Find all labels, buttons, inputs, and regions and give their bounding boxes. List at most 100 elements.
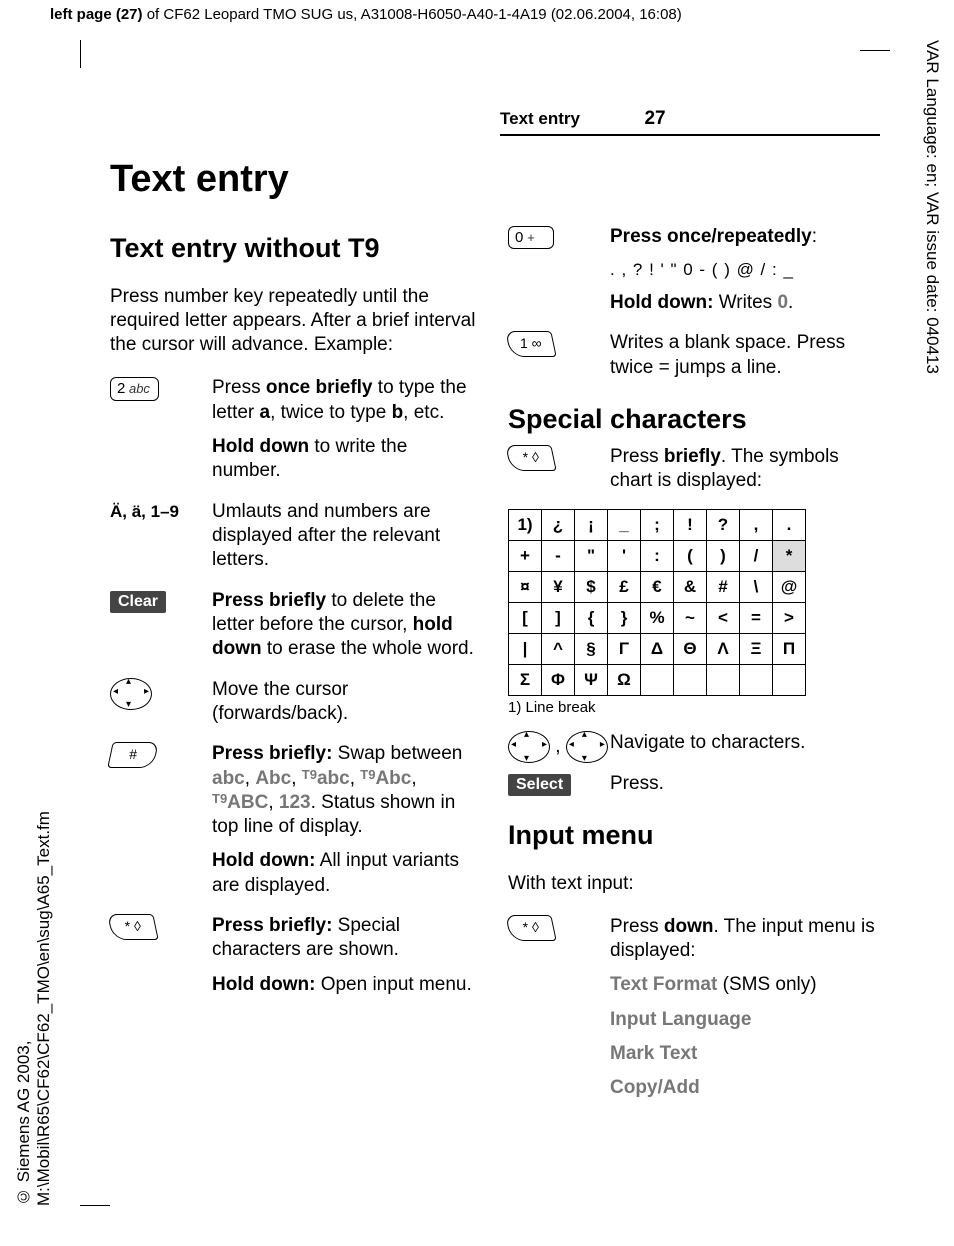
symbol-cell: * — [773, 541, 806, 572]
running-header: Text entry 27 — [500, 108, 880, 136]
right-column: 0 + Press once/repeatedly: . , ? ! ' " 0… — [508, 219, 878, 1113]
softkey-clear: Clear — [110, 591, 166, 613]
symbol-cell: Θ — [674, 634, 707, 665]
symbol-cell: Π — [773, 634, 806, 665]
zero-hold: Hold down: Writes 0. — [610, 291, 878, 315]
symbol-cell: } — [608, 603, 641, 634]
symbol-table: 1)¿¡_;!?,. +-"':()/* ¤¥$£€&#\@ []{}%~<=> |^§… — [508, 509, 806, 696]
symbol-cell: \ — [740, 572, 773, 603]
symbol-cell: $ — [575, 572, 608, 603]
nav-pad-icon: ◂▸ — [110, 678, 152, 710]
symbol-cell — [707, 665, 740, 696]
instruction-text: Press briefly to delete the letter befor… — [212, 589, 480, 662]
instruction-text: Hold down: All input variants are displa… — [212, 849, 480, 898]
symbol-cell: ; — [641, 510, 674, 541]
symbol-cell: ¿ — [542, 510, 575, 541]
symbol-cell — [674, 665, 707, 696]
instruction-text: Hold down to write the number. — [212, 435, 480, 484]
symbol-cell: > — [773, 603, 806, 634]
symbol-cell: % — [641, 603, 674, 634]
symbol-cell: _ — [608, 510, 641, 541]
instruction-text: Press once briefly to type the letter a,… — [212, 376, 480, 425]
symbol-cell: + — [509, 541, 542, 572]
zero-chars: . , ? ! ' " 0 - ( ) @ / : _ — [610, 259, 878, 281]
key-star: * ◊ — [107, 914, 159, 940]
crop-marks-top — [70, 40, 890, 70]
symbol-cell: [ — [509, 603, 542, 634]
symbol-cell: - — [542, 541, 575, 572]
symbol-cell: : — [641, 541, 674, 572]
intro-text: Press number key repeatedly until the re… — [110, 285, 480, 358]
star-text: Press briefly. The symbols chart is disp… — [610, 445, 878, 494]
top-info-prefix: left page (27) — [50, 6, 143, 23]
symbol-cell: Φ — [542, 665, 575, 696]
nav-text: Navigate to characters. — [610, 731, 878, 755]
symbol-cell: = — [740, 603, 773, 634]
symbol-cell: € — [641, 572, 674, 603]
key-1: 1 ∞ — [505, 331, 557, 357]
input-star-text: Press down. The input menu is displayed: — [610, 915, 878, 964]
symbol-cell: & — [674, 572, 707, 603]
symbol-cell: @ — [773, 572, 806, 603]
key-0: 0 + — [508, 226, 554, 249]
instruction-row: 2 abcPress once briefly to type the lett… — [110, 376, 480, 493]
instruction-text: Hold down: Open input menu. — [212, 973, 480, 997]
instruction-text: Press briefly: Special characters are sh… — [212, 914, 480, 963]
side-text-left: © Siemens AG 2003, M:\Mobil\R65\CF62\CF6… — [14, 646, 54, 1206]
instruction-row: # Press briefly: Swap between abc, Abc, T… — [110, 742, 480, 908]
instruction-row: Ä, ä, 1–9Umlauts and numbers are display… — [110, 500, 480, 583]
symbol-cell: | — [509, 634, 542, 665]
top-info-rest: of CF62 Leopard TMO SUG us, A31008-H6050… — [143, 6, 682, 23]
symbol-cell: ¡ — [575, 510, 608, 541]
key-label: Ä, ä, 1–9 — [110, 502, 179, 521]
symbol-cell: " — [575, 541, 608, 572]
symbol-cell: ] — [542, 603, 575, 634]
nav-pad-icon: ◂▸ — [508, 731, 550, 763]
instruction-text: Press briefly: Swap between abc, Abc, T9… — [212, 742, 480, 839]
symbol-cell: Ξ — [740, 634, 773, 665]
symbol-cell: 1) — [509, 510, 542, 541]
key-star: * ◊ — [505, 445, 557, 471]
instruction-row: Clear Press briefly to delete the letter … — [110, 589, 480, 672]
symbol-cell: / — [740, 541, 773, 572]
heading-without-t9: Text entry without T9 — [110, 231, 480, 266]
symbol-cell: ( — [674, 541, 707, 572]
header-section: Text entry — [500, 109, 580, 129]
symbol-cell: § — [575, 634, 608, 665]
top-build-info: left page (27) of CF62 Leopard TMO SUG u… — [50, 6, 682, 23]
key-hash: # — [107, 742, 159, 768]
symbol-cell: ^ — [542, 634, 575, 665]
select-text: Press. — [610, 772, 878, 796]
key-star-2: * ◊ — [505, 915, 557, 941]
symbol-cell: . — [773, 510, 806, 541]
instruction-text: Move the cursor (forwards/back). — [212, 678, 480, 727]
instruction-row: * ◊ Press briefly: Special characters are… — [110, 914, 480, 1007]
symbol-cell: Ω — [608, 665, 641, 696]
symbol-cell: , — [740, 510, 773, 541]
menu-item: Input Language — [610, 1008, 878, 1032]
symbol-cell: { — [575, 603, 608, 634]
menu-item: Text Format (SMS only) — [610, 973, 878, 997]
one-text: Writes a blank space. Press twice = jump… — [610, 331, 878, 380]
symbol-cell: # — [707, 572, 740, 603]
menu-item: Copy/Add — [610, 1076, 878, 1100]
symbol-cell — [740, 665, 773, 696]
symbol-cell: ~ — [674, 603, 707, 634]
heading-special-chars: Special characters — [508, 402, 878, 437]
side-text-right: VAR Language: en; VAR issue date: 040413 — [922, 40, 942, 540]
instruction-row: ◂▸ Move the cursor (forwards/back). — [110, 678, 480, 737]
symbol-cell: ' — [608, 541, 641, 572]
zero-line1: Press once/repeatedly: — [610, 225, 878, 249]
symbol-cell: ? — [707, 510, 740, 541]
symbol-cell: ) — [707, 541, 740, 572]
symbol-cell: ¥ — [542, 572, 575, 603]
softkey-select: Select — [508, 774, 571, 796]
table-footnote: 1) Line break — [508, 698, 878, 717]
nav-pad-icon-2: ◂▸ — [566, 731, 608, 763]
symbol-cell: ! — [674, 510, 707, 541]
input-intro: With text input: — [508, 872, 878, 896]
symbol-cell: < — [707, 603, 740, 634]
symbol-cell: ¤ — [509, 572, 542, 603]
symbol-cell — [641, 665, 674, 696]
symbol-cell: £ — [608, 572, 641, 603]
